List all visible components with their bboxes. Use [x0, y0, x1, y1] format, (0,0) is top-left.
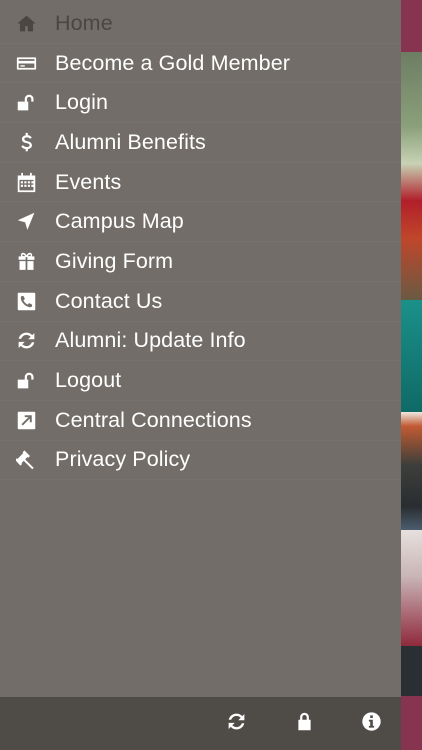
menu-item-label: Logout — [55, 368, 122, 393]
menu-item-label: Alumni: Update Info — [55, 328, 246, 353]
menu-item-logout[interactable]: Logout — [0, 361, 401, 401]
menu-item-label: Giving Form — [55, 248, 174, 273]
drawer-menu: Home Become a Gold Member Login Alumni B… — [0, 4, 401, 480]
menu-item-label: Campus Map — [55, 209, 184, 234]
refresh-icon — [0, 322, 55, 361]
menu-item-label: Contact Us — [55, 288, 163, 313]
refresh-icon — [226, 711, 247, 737]
unlock-icon — [0, 361, 55, 400]
lock-icon — [294, 711, 315, 737]
gavel-icon — [0, 441, 55, 480]
drawer-footer — [0, 697, 401, 750]
refresh-button[interactable] — [216, 697, 256, 750]
dollar-icon — [0, 123, 55, 162]
menu-item-label: Privacy Policy — [55, 447, 191, 472]
menu-item-label: Alumni Benefits — [55, 129, 206, 154]
background-photo — [401, 530, 422, 646]
background-header — [401, 0, 422, 52]
background-photo — [401, 300, 422, 412]
menu-item-label: Login — [55, 90, 109, 115]
gift-icon — [0, 242, 55, 281]
background-photo — [401, 52, 422, 300]
menu-item-central-connections[interactable]: Central Connections — [0, 401, 401, 441]
menu-item-giving-form[interactable]: Giving Form — [0, 242, 401, 282]
lock-button[interactable] — [284, 697, 324, 750]
credit-card-icon — [0, 44, 55, 83]
menu-item-label: Home — [55, 10, 113, 35]
info-button[interactable] — [351, 697, 391, 750]
menu-item-campus-map[interactable]: Campus Map — [0, 202, 401, 242]
home-icon — [0, 4, 55, 43]
menu-item-contact-us[interactable]: Contact Us — [0, 282, 401, 322]
menu-item-alumni-update-info[interactable]: Alumni: Update Info — [0, 322, 401, 362]
menu-item-events[interactable]: Events — [0, 163, 401, 203]
external-link-icon — [0, 401, 55, 440]
background-content — [401, 0, 422, 750]
menu-item-alumni-benefits[interactable]: Alumni Benefits — [0, 123, 401, 163]
menu-item-label: Become a Gold Member — [55, 50, 291, 75]
calendar-icon — [0, 163, 55, 202]
location-arrow-icon — [0, 202, 55, 241]
menu-item-login[interactable]: Login — [0, 83, 401, 123]
background-photo — [401, 646, 422, 696]
menu-item-label: Central Connections — [55, 407, 252, 432]
phone-icon — [0, 282, 55, 321]
menu-item-label: Events — [55, 169, 122, 194]
menu-item-become-gold-member[interactable]: Become a Gold Member — [0, 44, 401, 84]
info-icon — [361, 711, 382, 737]
navigation-drawer: Home Become a Gold Member Login Alumni B… — [0, 0, 401, 750]
background-photo — [401, 412, 422, 530]
menu-item-privacy-policy[interactable]: Privacy Policy — [0, 441, 401, 481]
unlock-icon — [0, 83, 55, 122]
menu-item-home[interactable]: Home — [0, 4, 401, 44]
background-footer — [401, 696, 422, 750]
